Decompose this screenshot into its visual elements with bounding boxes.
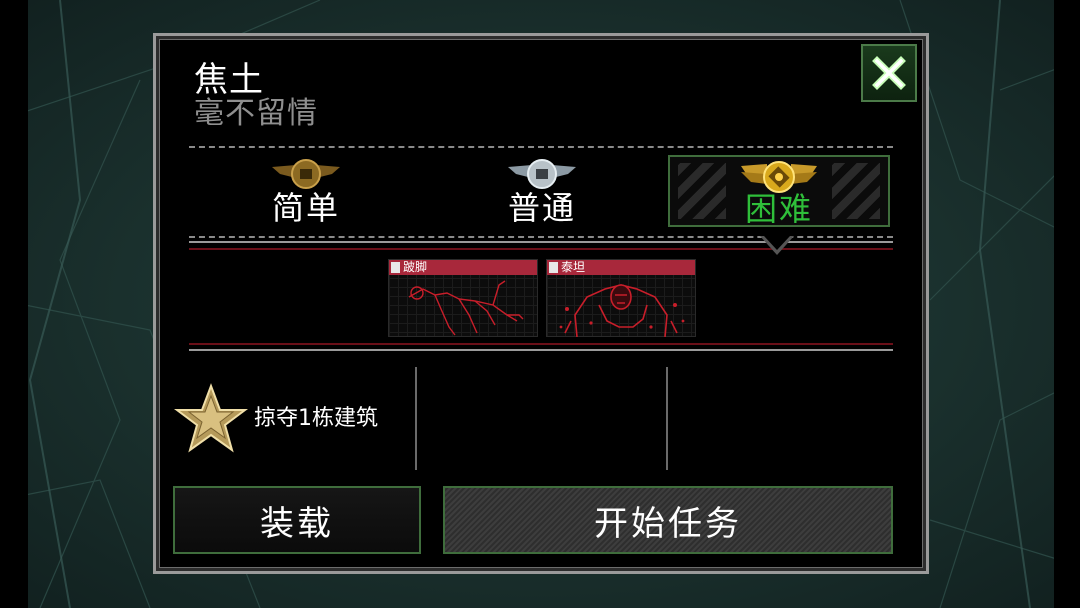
- bronze-coin-wings-icon: [272, 159, 340, 189]
- crawler-zombie-icon: [408, 280, 524, 336]
- left-letterbox: [0, 0, 28, 608]
- divider-grey-lower: [189, 349, 893, 351]
- difficulty-normal[interactable]: 普通: [472, 154, 612, 232]
- rank-chevron-icon: [549, 262, 558, 273]
- divider-dashed-top: [189, 146, 893, 148]
- mission-dialog: 焦土 毫不留情 简单 普通 困难 跛脚 泰坦 掠夺1栋建筑 装载 开始任务: [153, 33, 929, 574]
- difficulty-easy[interactable]: 简单: [236, 154, 376, 232]
- objective-text: 掠夺1栋建筑: [254, 406, 378, 431]
- divider-red-lower: [189, 343, 893, 345]
- gold-star-icon: [174, 383, 248, 453]
- start-mission-button[interactable]: 开始任务: [443, 486, 893, 554]
- mission-subtitle: 毫不留情: [194, 96, 318, 131]
- titan-zombie-icon: [559, 284, 685, 337]
- difficulty-normal-label: 普通: [507, 189, 576, 227]
- objective-separator-2: [666, 367, 668, 470]
- enemy-card-crawler: 跛脚: [388, 259, 538, 337]
- difficulty-hard-selected[interactable]: 困难: [668, 155, 890, 228]
- mission-title: 焦土: [194, 60, 264, 100]
- close-button[interactable]: [861, 44, 917, 102]
- objective-item: 掠夺1栋建筑: [174, 382, 414, 462]
- enemy-card-titan: 泰坦: [546, 259, 696, 337]
- selection-pointer-inner: [764, 236, 790, 250]
- enemy-name: 跛脚: [403, 260, 428, 274]
- rank-chevron-icon: [391, 262, 400, 273]
- enemy-name: 泰坦: [561, 260, 586, 274]
- difficulty-easy-label: 简单: [271, 189, 340, 227]
- silver-coin-wings-icon: [508, 159, 576, 189]
- close-icon: [872, 56, 906, 90]
- right-letterbox: [1054, 0, 1080, 608]
- objective-separator-1: [415, 367, 417, 470]
- load-button[interactable]: 装载: [173, 486, 421, 554]
- difficulty-hard-label: 困难: [744, 190, 813, 228]
